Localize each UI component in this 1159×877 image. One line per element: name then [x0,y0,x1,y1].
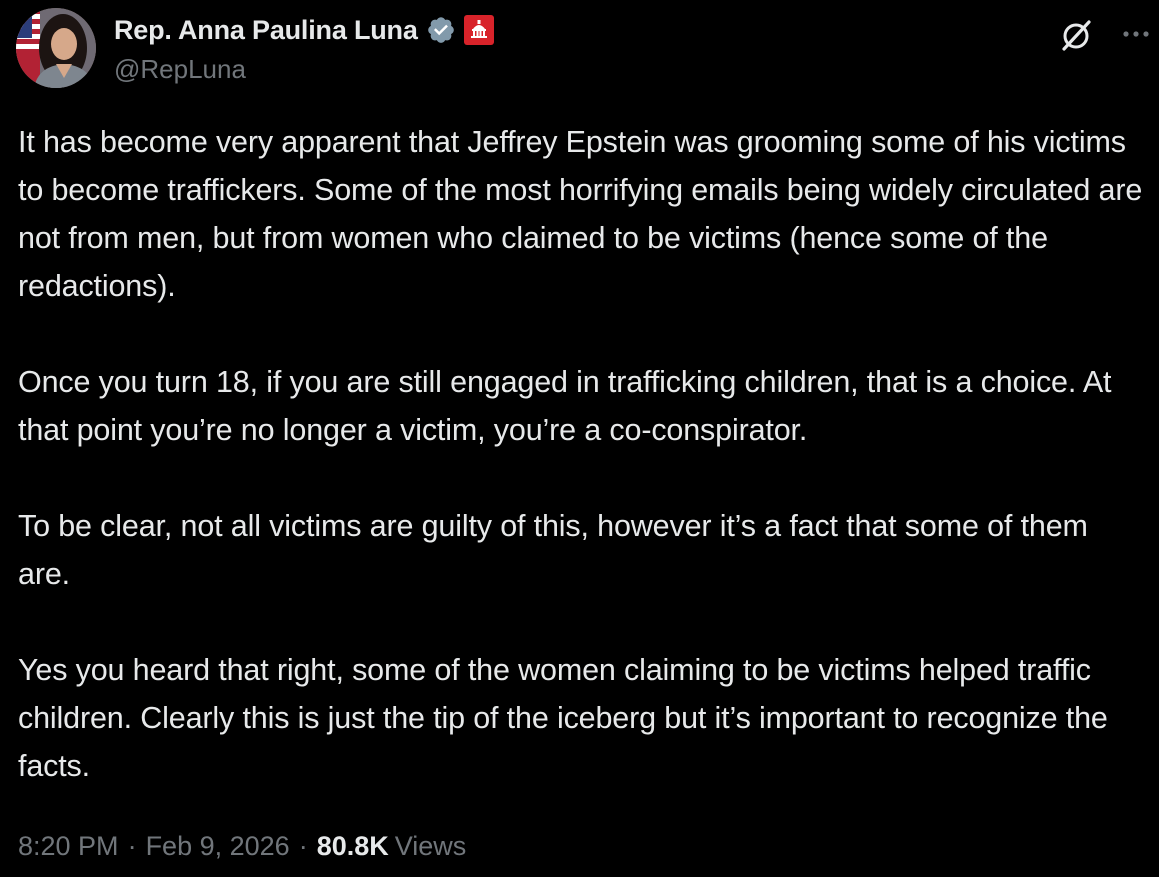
avatar[interactable] [16,8,96,88]
author-handle[interactable]: @RepLuna [114,54,246,85]
display-name[interactable]: Rep. Anna Paulina Luna [114,15,418,46]
tweet-meta: 8:20 PM · Feb 9, 2026 · 80.8K Views [18,826,466,866]
more-options-button[interactable] [1116,14,1156,54]
views-label: Views [394,830,467,861]
meta-separator: · [298,830,308,861]
views-count: 80.8K [316,830,389,861]
meta-separator: · [127,830,137,861]
grok-button[interactable] [1054,14,1098,58]
tweet-paragraph: To be clear, not all victims are guilty … [18,509,1088,591]
more-options-icon [1123,31,1149,37]
profile-photo-icon [16,8,96,88]
tweet-paragraph: Yes you heard that right, some of the wo… [18,653,1108,783]
author-name-row: Rep. Anna Paulina Luna [114,12,494,48]
tweet-body: It has become very apparent that Jeffrey… [18,118,1148,790]
tweet-date[interactable]: Feb 9, 2026 [146,831,290,862]
tweet-header: Rep. Anna Paulina Luna @RepLuna [16,8,1149,88]
verified-badge-icon[interactable] [426,15,456,45]
tweet-time[interactable]: 8:20 PM [18,831,119,862]
tweet-paragraph: Once you turn 18, if you are still engag… [18,365,1112,447]
tweet-paragraph: It has become very apparent that Jeffrey… [18,125,1143,303]
grok-icon [1062,20,1091,51]
us-capitol-affiliate-badge-icon[interactable] [463,15,494,45]
